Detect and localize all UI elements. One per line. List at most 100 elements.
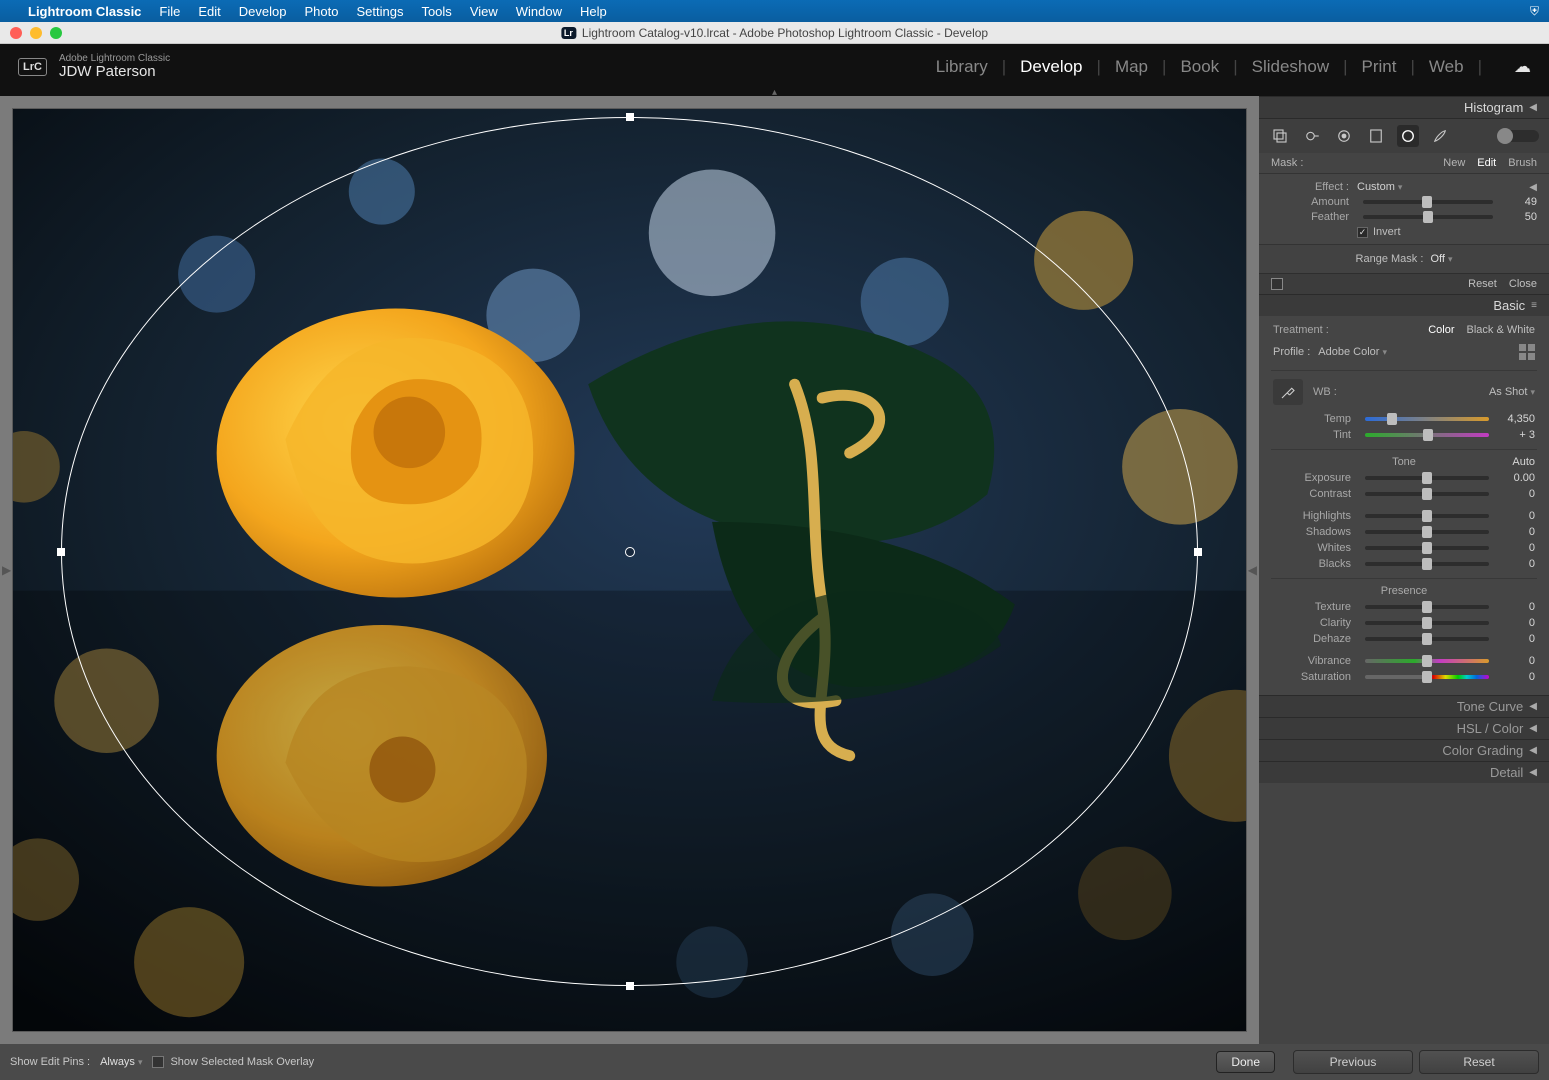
menu-item[interactable]: Tools	[421, 4, 451, 19]
left-panel-toggle-icon[interactable]: ▶	[2, 563, 11, 577]
menu-item[interactable]: Edit	[198, 4, 220, 19]
profile-select[interactable]: Adobe Color▾	[1318, 346, 1387, 358]
module-web[interactable]: Web	[1429, 57, 1464, 77]
panel-menu-icon[interactable]: ≡	[1531, 300, 1537, 311]
previous-button[interactable]: Previous	[1293, 1050, 1413, 1074]
slider-value[interactable]: 0.00	[1495, 472, 1535, 484]
slider-value[interactable]: 0	[1495, 655, 1535, 667]
effect-panel: Effect : Custom▾ ◀ Amount 49 Feather 50 …	[1259, 173, 1549, 244]
overlay-label: Show Selected Mask Overlay	[170, 1056, 314, 1068]
temp-slider[interactable]	[1365, 417, 1489, 421]
panel-switch[interactable]	[1499, 130, 1539, 142]
done-button[interactable]: Done	[1216, 1051, 1275, 1073]
slider-value[interactable]: 0	[1495, 601, 1535, 613]
photo-preview[interactable]	[12, 108, 1247, 1032]
mask-brush[interactable]: Brush	[1508, 157, 1537, 169]
slider-value[interactable]: 0	[1495, 558, 1535, 570]
module-develop[interactable]: Develop	[1020, 57, 1082, 77]
menu-item[interactable]: Help	[580, 4, 607, 19]
slider-value[interactable]: 0	[1495, 542, 1535, 554]
menu-item[interactable]: Develop	[239, 4, 287, 19]
menu-item[interactable]: File	[159, 4, 180, 19]
slider-blacks[interactable]	[1365, 562, 1489, 566]
chevron-left-icon[interactable]: ◀	[1529, 182, 1537, 193]
slider-dehaze[interactable]	[1365, 637, 1489, 641]
mask-edit[interactable]: Edit	[1477, 157, 1496, 169]
menu-app[interactable]: Lightroom Classic	[28, 4, 141, 19]
feather-value[interactable]: 50	[1499, 211, 1537, 223]
close-icon[interactable]	[10, 27, 22, 39]
slider-label: Contrast	[1273, 488, 1351, 500]
slider-value[interactable]: 0	[1495, 633, 1535, 645]
slider-highlights[interactable]	[1365, 514, 1489, 518]
panel-detail-header[interactable]: Detail◀	[1259, 761, 1549, 783]
slider-saturation[interactable]	[1365, 675, 1489, 679]
radial-tool-icon[interactable]	[1397, 125, 1419, 147]
panel-tonecurve-header[interactable]: Tone Curve◀	[1259, 695, 1549, 717]
profile-browser-icon[interactable]	[1519, 344, 1535, 360]
mask-close-button[interactable]: Close	[1509, 278, 1537, 290]
slider-label: Vibrance	[1273, 655, 1351, 667]
slider-contrast[interactable]	[1365, 492, 1489, 496]
brush-tool-icon[interactable]	[1429, 125, 1451, 147]
amount-slider[interactable]	[1363, 200, 1493, 204]
mask-new[interactable]: New	[1443, 157, 1465, 169]
mask-label: Mask :	[1271, 157, 1303, 169]
treatment-bw[interactable]: Black & White	[1467, 324, 1535, 336]
slider-value[interactable]: 0	[1495, 488, 1535, 500]
treatment-color[interactable]: Color	[1428, 324, 1454, 336]
feather-slider[interactable]	[1363, 215, 1493, 219]
tint-slider[interactable]	[1365, 433, 1489, 437]
auto-button[interactable]: Auto	[1512, 456, 1535, 468]
panel-toggle-icon[interactable]	[1271, 278, 1283, 290]
temp-value[interactable]: 4,350	[1495, 413, 1535, 425]
right-panel-toggle-icon[interactable]: ◀	[1248, 563, 1257, 577]
module-slideshow[interactable]: Slideshow	[1252, 57, 1330, 77]
slider-value[interactable]: 0	[1495, 526, 1535, 538]
panel-basic-header[interactable]: Basic≡	[1259, 294, 1549, 316]
tint-label: Tint	[1273, 429, 1351, 441]
reset-button[interactable]: Reset	[1419, 1050, 1539, 1074]
amount-value[interactable]: 49	[1499, 196, 1537, 208]
tint-value[interactable]: + 3	[1495, 429, 1535, 441]
slider-whites[interactable]	[1365, 546, 1489, 550]
slider-shadows[interactable]	[1365, 530, 1489, 534]
gradient-tool-icon[interactable]	[1365, 125, 1387, 147]
shield-icon[interactable]: ⛨	[1530, 4, 1539, 19]
slider-label: Texture	[1273, 601, 1351, 613]
mask-reset-button[interactable]: Reset	[1468, 278, 1497, 290]
menu-item[interactable]: Window	[516, 4, 562, 19]
slider-label: Dehaze	[1273, 633, 1351, 645]
module-print[interactable]: Print	[1362, 57, 1397, 77]
cloud-sync-icon[interactable]: ☁	[1514, 57, 1531, 77]
redeye-tool-icon[interactable]	[1333, 125, 1355, 147]
crop-tool-icon[interactable]	[1269, 125, 1291, 147]
maximize-icon[interactable]	[50, 27, 62, 39]
effect-select[interactable]: Custom▾	[1357, 181, 1402, 193]
menu-item[interactable]: Photo	[304, 4, 338, 19]
canvas[interactable]: ▶	[0, 96, 1259, 1044]
slider-exposure[interactable]	[1365, 476, 1489, 480]
panel-histogram-header[interactable]: Histogram◀	[1259, 96, 1549, 118]
pins-select[interactable]: Always▾	[100, 1056, 142, 1068]
wb-select[interactable]: As Shot▾	[1489, 386, 1535, 398]
module-book[interactable]: Book	[1180, 57, 1219, 77]
minimize-icon[interactable]	[30, 27, 42, 39]
module-map[interactable]: Map	[1115, 57, 1148, 77]
wb-eyedropper-icon[interactable]	[1273, 379, 1303, 405]
slider-vibrance[interactable]	[1365, 659, 1489, 663]
spot-removal-tool-icon[interactable]	[1301, 125, 1323, 147]
range-mask-select[interactable]: Off▾	[1430, 253, 1452, 265]
menu-item[interactable]: Settings	[356, 4, 403, 19]
slider-clarity[interactable]	[1365, 621, 1489, 625]
overlay-checkbox[interactable]	[152, 1056, 164, 1068]
slider-texture[interactable]	[1365, 605, 1489, 609]
menu-item[interactable]: View	[470, 4, 498, 19]
slider-value[interactable]: 0	[1495, 617, 1535, 629]
invert-checkbox[interactable]: ✓	[1357, 227, 1368, 238]
panel-hsl-header[interactable]: HSL / Color◀	[1259, 717, 1549, 739]
module-library[interactable]: Library	[936, 57, 988, 77]
slider-value[interactable]: 0	[1495, 510, 1535, 522]
slider-value[interactable]: 0	[1495, 671, 1535, 683]
panel-colorgrading-header[interactable]: Color Grading◀	[1259, 739, 1549, 761]
